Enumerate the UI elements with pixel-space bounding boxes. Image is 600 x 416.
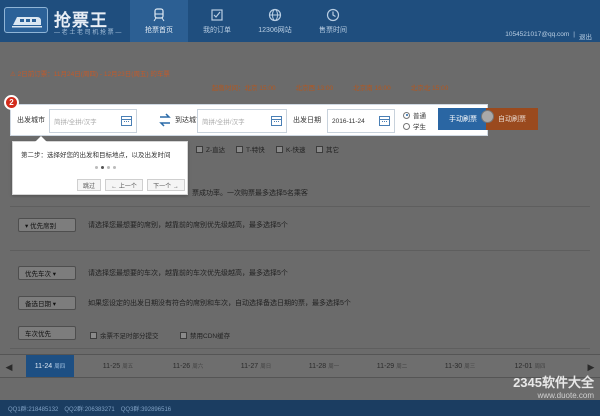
guide-skip-button[interactable]: 跳过 — [77, 179, 101, 191]
date-tab[interactable]: 11-30 周三 — [436, 355, 484, 377]
radio-normal[interactable]: 普通 — [403, 110, 426, 120]
app-logo: 抢票王 — 老 土 老 司 机 抢 票 — — [4, 5, 122, 37]
checkbox-icon — [196, 145, 203, 153]
clock-icon — [326, 8, 340, 21]
checklist-icon — [211, 8, 223, 21]
seat-priority-hint: 请选择您最想要的席别，越靠前的席别优先级越高，最多选择5个 — [88, 222, 288, 229]
app-slogan: — 老 土 老 司 机 抢 票 — — [54, 30, 122, 36]
from-city-placeholder: 简拼/全拼/汉字 — [54, 119, 97, 126]
watermark-title: 2345软件大全 — [513, 375, 594, 390]
guide-tooltip-text: 第二步：选择好您的出发和目标地点，以及出发时间 — [21, 152, 171, 159]
main-content: ⚠ 2日前订票：11月24日(周四) - 12月23日(周五) 的车票 起售时间… — [0, 42, 600, 400]
swap-cities-icon[interactable] — [159, 113, 171, 127]
footer: QQ1群:218485132 QQ2群:206383271 QQ3群:39289… — [0, 400, 600, 416]
auto-refresh-button[interactable]: 自动刷票 — [486, 108, 538, 130]
checkbox-icon — [276, 145, 283, 153]
qq-group-1[interactable]: QQ1群:218485132 — [8, 404, 58, 413]
train-type-other[interactable]: 其它 — [316, 144, 339, 154]
nav-label: 售票时间 — [319, 26, 347, 34]
account-separator: | — [573, 31, 575, 38]
train-type-z[interactable]: Z-直达 — [196, 144, 225, 154]
progress-dot-active — [101, 166, 104, 169]
nav-label: 12306网站 — [258, 26, 292, 34]
progress-dot — [107, 166, 110, 169]
divider — [10, 250, 590, 251]
passenger-type-group: 普通 学生 — [403, 109, 426, 131]
passenger-hint: 票成功率。一次购票最多选择5名乘客 — [192, 190, 308, 197]
checkbox-icon — [90, 331, 97, 339]
train-priority-hint: 请选择您最想要的车次，越靠前的车次优先级越高，最多选择5个 — [88, 270, 288, 277]
checkbox-icon — [316, 145, 323, 153]
sale-time-item: 北京北 15:00 — [410, 85, 449, 92]
depart-date-label: 出发日期 — [293, 117, 321, 124]
from-city-input[interactable]: 简拼/全拼/汉字 — [49, 109, 137, 133]
radio-student[interactable]: 学生 — [403, 121, 426, 131]
train-icon — [153, 7, 165, 21]
qq-group-3[interactable]: QQ3群:392896516 — [121, 404, 171, 413]
guide-prev-button[interactable]: ← 上一个 — [105, 179, 143, 191]
date-tab[interactable]: 11-29 周二 — [368, 355, 416, 377]
date-tab[interactable]: 11-26 周六 — [164, 355, 212, 377]
depart-date-input[interactable]: 2016-11-24 — [327, 109, 395, 133]
radio-selected-icon — [403, 111, 410, 119]
alt-date-hint: 如果您设定的出发日期没有符合的席别和车次，自动选择备选日期的票，最多选择5个 — [88, 300, 351, 307]
account-area: 1054521017@qq.com | 退出 — [505, 31, 592, 41]
guide-step-badge: 2 — [4, 95, 19, 110]
nav-tab-home[interactable]: 抢票首页 — [130, 0, 188, 42]
date-tab[interactable]: 11-24 周四 — [26, 355, 74, 377]
to-city-placeholder: 简拼/全拼/汉字 — [202, 119, 245, 126]
globe-icon — [268, 8, 282, 21]
calendar-icon[interactable] — [379, 116, 390, 126]
sale-time-item: 北京南 16:00 — [353, 85, 391, 92]
sale-times: 起售时间：北京 15:00 北京西 13:00 北京南 16:00 北京北 15… — [212, 82, 464, 92]
prev-date-arrow-icon[interactable]: ◀ — [4, 358, 14, 376]
divider — [10, 348, 590, 349]
watermark-url: www.duote.com — [537, 391, 594, 400]
sale-time-item: 起售时间：北京 15:00 — [212, 85, 276, 92]
nav-label: 我的订单 — [203, 26, 231, 34]
guide-next-button[interactable]: 下一个 → — [147, 179, 185, 191]
city-picker-icon[interactable] — [121, 116, 132, 126]
qq-group-2[interactable]: QQ2群:206383271 — [64, 404, 114, 413]
date-tab[interactable]: 11-27 周日 — [232, 355, 280, 377]
search-bar: 出发城市 简拼/全拼/汉字 到达城市 简拼/全拼/汉字 出发日期 2016-11… — [10, 104, 488, 136]
nav-tab-orders[interactable]: 我的订单 — [188, 0, 246, 42]
progress-dot — [95, 166, 98, 169]
guide-progress-dots — [95, 166, 116, 169]
nav-label: 抢票首页 — [145, 26, 173, 34]
mode-toggle-knob[interactable] — [481, 110, 494, 123]
alt-date-button[interactable]: 备选日期 ▾ — [18, 296, 76, 310]
option-disable-cdn[interactable]: 禁用CDN缓存 — [180, 330, 230, 340]
train-priority-button[interactable]: 优先车次 ▾ — [18, 266, 76, 280]
order-priority-select[interactable]: 车次优先 — [18, 326, 76, 340]
presale-notice: ⚠ 2日前订票：11月24日(周四) - 12月23日(周五) 的车票 — [10, 68, 170, 78]
logout-link[interactable]: 退出 — [579, 31, 592, 41]
from-city-label: 出发城市 — [17, 117, 45, 124]
guide-tooltip: 第二步：选择好您的出发和目标地点，以及出发时间 跳过 ← 上一个 下一个 → — [12, 136, 188, 195]
watermark: 2345软件大全 www.duote.com — [513, 372, 594, 400]
seat-priority-button[interactable]: ▾ 优先席别 — [18, 218, 76, 232]
app-header: 抢票王 — 老 土 老 司 机 抢 票 — 抢票首页 我的订单 12306网站 … — [0, 0, 600, 42]
to-city-input[interactable]: 简拼/全拼/汉字 — [197, 109, 287, 133]
city-picker-icon[interactable] — [271, 116, 282, 126]
date-tab-bar: ◀ 11-24 周四 11-25 周五 11-26 周六 11-27 周日 11-28 周… — [0, 354, 600, 378]
presale-notice-text: ⚠ 2日前订票：11月24日(周四) - 12月23日(周五) 的车票 — [10, 71, 170, 78]
nav-tab-sale-time[interactable]: 售票时间 — [304, 0, 362, 42]
train-type-k[interactable]: K-快速 — [276, 144, 306, 154]
date-tab[interactable]: 11-25 周五 — [94, 355, 142, 377]
date-tab[interactable]: 11-28 周一 — [300, 355, 348, 377]
option-partial-submit[interactable]: 余票不足时部分提交 — [90, 330, 159, 340]
sale-time-item: 北京西 13:00 — [295, 85, 334, 92]
depart-date-value: 2016-11-24 — [332, 117, 365, 125]
radio-icon — [403, 122, 410, 130]
main-nav: 抢票首页 我的订单 12306网站 售票时间 — [130, 0, 362, 42]
checkbox-icon — [180, 331, 187, 339]
divider — [10, 206, 590, 207]
nav-tab-12306[interactable]: 12306网站 — [246, 0, 304, 42]
checkbox-icon — [236, 145, 243, 153]
train-type-t[interactable]: T-特快 — [236, 144, 265, 154]
progress-dot — [113, 166, 116, 169]
account-user: 1054521017@qq.com — [505, 31, 570, 38]
train-logo-icon — [4, 7, 48, 33]
